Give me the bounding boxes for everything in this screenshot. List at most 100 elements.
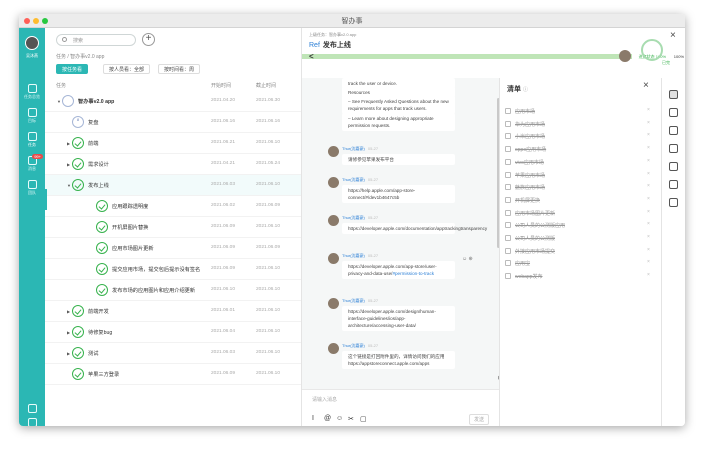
add-member-icon[interactable] bbox=[19, 404, 45, 413]
checklist-item[interactable]: 华为应用市场 × bbox=[505, 119, 655, 131]
checkbox[interactable] bbox=[505, 108, 511, 114]
task-row[interactable]: ▶需求设计2021.04.212021.05.24凯娟 bbox=[45, 154, 306, 175]
delete-icon[interactable]: × bbox=[647, 183, 650, 189]
checkbox[interactable] bbox=[505, 158, 511, 165]
task-row[interactable]: ▼智办事v2.0 app2021.04.202021.06.30凯娟 bbox=[45, 91, 306, 112]
task-row[interactable]: ▶测试2021.06.032021.06.10九九 bbox=[45, 343, 306, 364]
delete-icon[interactable]: × bbox=[647, 196, 650, 202]
send-button[interactable]: 发送 bbox=[469, 414, 490, 425]
chevron-right-icon[interactable]: ▶ bbox=[67, 141, 70, 146]
delete-icon[interactable]: × bbox=[647, 158, 650, 164]
task-row[interactable]: 发布市场的应用图片和应用介绍更新2021.06.102021.06.10凯娟 bbox=[45, 280, 306, 301]
sender-avatar[interactable] bbox=[328, 343, 339, 354]
filter-2[interactable]: 按时间看：周 bbox=[158, 64, 201, 74]
task-row[interactable]: ▼发布上线2021.06.032021.06.10凯娟 bbox=[45, 175, 306, 196]
checklist-item[interactable]: 小米应用市场 × bbox=[505, 131, 655, 143]
task-row[interactable]: 提交应用市场，提交包后提示没有签名2021.06.092021.06.10凯娟 bbox=[45, 259, 306, 280]
add-task-button[interactable]: + bbox=[142, 33, 155, 46]
parent-task-link[interactable]: 上级任务：智办事v2.0 app bbox=[309, 32, 356, 38]
back-arrow-icon[interactable]: < bbox=[309, 52, 314, 61]
delete-icon[interactable]: × bbox=[647, 221, 650, 227]
task-row[interactable]: 苹果三方登录2021.06.092021.06.10王曾杰 bbox=[45, 364, 306, 392]
attachment-icon[interactable] bbox=[669, 144, 678, 153]
completed-check-icon[interactable] bbox=[72, 179, 84, 191]
sidebar-item-1[interactable]: 目标 bbox=[19, 108, 45, 124]
delete-icon[interactable]: × bbox=[647, 209, 650, 215]
user-icon[interactable] bbox=[669, 162, 678, 171]
completed-check-icon[interactable] bbox=[96, 200, 108, 212]
checkbox[interactable] bbox=[505, 146, 511, 153]
checklist-item[interactable]: 公司人员的公测版 × bbox=[505, 233, 655, 245]
message-bubble[interactable]: 这个链接是打回附件里的，详情访问我们的应用 https://appstoreco… bbox=[342, 351, 455, 369]
sender-avatar[interactable] bbox=[328, 177, 339, 188]
task-row[interactable]: 应用跟踪透明度2021.06.022021.06.09阿娟 bbox=[45, 196, 306, 217]
completed-check-icon[interactable] bbox=[96, 263, 108, 275]
delete-icon[interactable]: × bbox=[647, 132, 650, 138]
checklist-item[interactable]: 应用市场图片更新 × bbox=[505, 208, 655, 220]
checklist-item[interactable]: 外接应用市场提交 × bbox=[505, 246, 655, 258]
delete-icon[interactable]: × bbox=[647, 171, 650, 177]
checklist-item[interactable]: 苹果应用市场 × bbox=[505, 170, 655, 182]
checkbox[interactable] bbox=[505, 120, 511, 127]
members-icon[interactable] bbox=[669, 126, 678, 135]
delete-icon[interactable]: × bbox=[647, 272, 650, 278]
checklist-item[interactable]: 公司人员的公测版应用 × bbox=[505, 220, 655, 232]
chevron-right-icon[interactable]: ▶ bbox=[67, 309, 70, 314]
message-link[interactable]: #permission-to-track bbox=[392, 271, 434, 276]
completed-check-icon[interactable] bbox=[72, 368, 84, 380]
task-row[interactable]: ▶前端2021.06.212021.06.10阿娟 bbox=[45, 133, 306, 154]
delete-icon[interactable]: × bbox=[647, 234, 650, 240]
checkbox[interactable] bbox=[505, 133, 511, 140]
close-detail-button[interactable]: × bbox=[670, 30, 676, 41]
chevron-right-icon[interactable]: ▶ bbox=[67, 351, 70, 356]
completed-check-icon[interactable] bbox=[96, 242, 108, 254]
task-row[interactable]: 开机屏图片替换2021.06.092021.06.10九九 bbox=[45, 217, 306, 238]
chevron-right-icon[interactable]: ▶ bbox=[67, 162, 70, 167]
checklist-item[interactable]: 魅族应用市场 × bbox=[505, 182, 655, 194]
sender-avatar[interactable] bbox=[328, 253, 339, 264]
sender-avatar[interactable] bbox=[328, 146, 339, 157]
edit-icon[interactable] bbox=[19, 418, 45, 426]
completed-check-icon[interactable] bbox=[72, 305, 84, 317]
task-row[interactable]: ▶待修复bug2021.06.042021.06.10凯娟 bbox=[45, 322, 306, 343]
checklist-item[interactable]: webapp发布 × bbox=[505, 271, 655, 283]
checkbox[interactable] bbox=[505, 260, 511, 267]
filter-1[interactable]: 按人员看：全部 bbox=[103, 64, 151, 74]
info-icon[interactable] bbox=[669, 108, 678, 117]
delete-icon[interactable]: × bbox=[647, 259, 650, 265]
sidebar-item-3[interactable]: 消息 99+ bbox=[19, 154, 45, 172]
sidebar-item-0[interactable]: 任务总览 bbox=[19, 84, 45, 100]
folder-icon[interactable] bbox=[669, 198, 678, 207]
mention-icon[interactable]: @ bbox=[324, 415, 331, 422]
chevron-right-icon[interactable]: ▶ bbox=[67, 330, 70, 335]
checkbox[interactable] bbox=[505, 196, 511, 203]
checkbox[interactable] bbox=[505, 247, 511, 254]
checklist-item[interactable]: 开机屏更换 × bbox=[505, 195, 655, 207]
completed-check-icon[interactable] bbox=[96, 221, 108, 233]
emoji-icon[interactable]: ☺ bbox=[336, 415, 343, 422]
checklist-item[interactable]: 应用宝 × bbox=[505, 258, 655, 270]
delete-icon[interactable]: × bbox=[647, 145, 650, 151]
task-row[interactable]: 应用市场图片更新2021.06.092021.06.09九九 bbox=[45, 238, 306, 259]
checkbox[interactable] bbox=[505, 273, 511, 280]
chevron-down-icon[interactable]: ▼ bbox=[57, 99, 61, 104]
checklist-item[interactable]: oppo应用市场 × bbox=[505, 144, 655, 156]
task-row[interactable]: ▶前端开发2021.06.012021.06.10沐娟 bbox=[45, 301, 306, 322]
completed-check-icon[interactable] bbox=[72, 158, 84, 170]
message-input-area[interactable]: 请输入消息 I @ ☺ ✂ ▢ 发送 bbox=[302, 389, 500, 426]
sidebar-item-2[interactable]: 任务 bbox=[19, 132, 45, 148]
checkbox[interactable] bbox=[505, 235, 511, 241]
completed-check-icon[interactable] bbox=[96, 284, 108, 296]
completed-check-icon[interactable] bbox=[72, 347, 84, 359]
owner-avatar[interactable] bbox=[619, 50, 631, 62]
clock-icon[interactable] bbox=[669, 180, 678, 189]
checkbox[interactable] bbox=[505, 184, 511, 191]
checkbox[interactable] bbox=[505, 171, 511, 178]
scissors-icon[interactable]: ✂ bbox=[348, 415, 354, 423]
delete-icon[interactable]: × bbox=[647, 247, 650, 253]
reaction-icon[interactable]: ☺ ⊕ bbox=[462, 256, 473, 262]
checklist-item[interactable]: vivo应用市场 × bbox=[505, 157, 655, 169]
checklist-item[interactable]: 应用市场 × bbox=[505, 106, 655, 118]
message-list[interactable]: track the user or device. Resources – See … bbox=[302, 78, 500, 389]
message-input[interactable]: 请输入消息 bbox=[312, 396, 337, 403]
